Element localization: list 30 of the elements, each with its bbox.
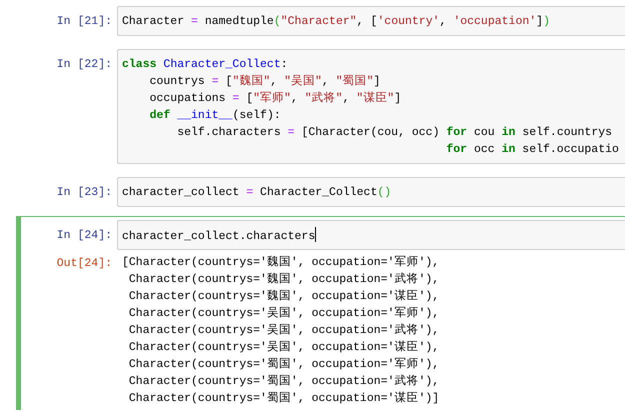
code-line: occupations = ["军师", "武将", "谋臣"] xyxy=(148,90,402,107)
code-editor[interactable]: class Character_Collect: countrys = ["魏国", "吴国", "蜀国"] occupations = ["军师", "武将", "谋臣"] def __init__(self): self.characters = [Character(cou, occ) for cou in self.countrys for occ in self.occupatio xyxy=(117,49,625,164)
code-line: character_collect = Character_Collect() xyxy=(122,185,392,201)
output-line: Character(countrys='吴国', occupation='谋臣'), xyxy=(128,340,440,356)
output-line: Character(countrys='魏国', occupation='谋臣'), xyxy=(128,288,440,305)
code-line: for occ in self.occupatio xyxy=(445,142,620,158)
code-line: self.characters = [Character(cou, occ) for cou in self.countrys xyxy=(176,125,614,141)
code-line: class Character_Collect: xyxy=(122,57,289,73)
code-editor[interactable]: character_collect.characters xyxy=(117,220,625,250)
code-editor[interactable]: character_collect = Character_Collect() xyxy=(117,177,625,207)
output-line: [Character(countrys='魏国', occupation='军师'), xyxy=(122,254,440,271)
code-line: def __init__(self): xyxy=(148,108,282,124)
notebook-cell[interactable]: In [21]: Character = namedtuple("Character", ['country', 'occupation']) xyxy=(16,2,625,40)
output-line: Character(countrys='魏国', occupation='武将'), xyxy=(128,272,440,288)
input-prompt: In [22]: xyxy=(56,57,113,73)
code-line: countrys = ["魏国", "吴国", "蜀国"] xyxy=(148,74,382,90)
code-line: character_collect.characters xyxy=(122,227,625,244)
notebook-cell[interactable] xyxy=(16,216,625,410)
output-prompt: Out[24]: xyxy=(56,256,113,272)
output-line: Character(countrys='吴国', occupation='武将'), xyxy=(128,322,440,339)
input-prompt: In [21]: xyxy=(56,14,113,30)
code-line: Character = namedtuple("Character", ['country', 'occupation']) xyxy=(122,14,551,30)
notebook-cell[interactable]: In [23]: character_collect = Character_Collect() xyxy=(16,173,625,211)
input-prompt: In [24]: xyxy=(56,228,113,244)
code-editor[interactable]: Character = namedtuple("Character", ['country', 'occupation']) xyxy=(117,6,625,36)
output-line: Character(countrys='蜀国', occupation='谋臣')] xyxy=(128,390,440,407)
input-prompt: In [23]: xyxy=(56,185,113,201)
output-line: Character(countrys='蜀国', occupation='武将'), xyxy=(128,374,440,390)
output-line: Character(countrys='吴国', occupation='军师'), xyxy=(128,306,440,322)
output-line: Character(countrys='蜀国', occupation='军师'), xyxy=(128,356,440,373)
